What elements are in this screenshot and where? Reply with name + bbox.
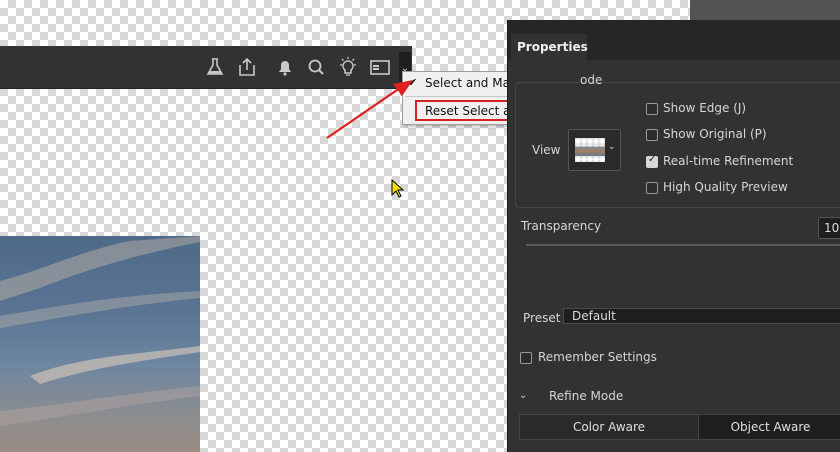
tab-properties[interactable]: Properties	[511, 34, 588, 60]
high-quality-preview-checkbox[interactable]	[646, 182, 658, 194]
share-icon[interactable]	[236, 56, 258, 78]
view-dropdown[interactable]: ⌄	[568, 129, 621, 171]
refine-mode-label: Refine Mode	[549, 389, 624, 403]
remember-settings-label: Remember Settings	[538, 350, 657, 364]
transparency-slider[interactable]	[526, 244, 840, 246]
bell-icon[interactable]	[274, 56, 296, 78]
realtime-refinement-label: Real-time Refinement	[663, 154, 794, 168]
chevron-down-icon: ⌄	[608, 142, 616, 152]
refine-mode-toggle: Color Aware Object Aware	[519, 414, 840, 440]
show-original-checkbox[interactable]	[646, 129, 658, 141]
preset-label: Preset	[523, 311, 561, 325]
transparency-value-field[interactable]: 10	[818, 217, 840, 239]
cursor-icon	[391, 179, 405, 198]
annotation-arrow	[326, 80, 413, 139]
view-label: View	[532, 143, 561, 157]
show-edge-label: Show Edge (J)	[663, 101, 747, 115]
high-quality-preview-label: High Quality Preview	[663, 180, 788, 194]
transparency-label: Transparency	[521, 219, 602, 233]
panel-header: Properties	[508, 20, 840, 60]
realtime-refinement-checkbox[interactable]	[646, 154, 658, 168]
show-edge-checkbox[interactable]	[646, 103, 658, 115]
workspace-background	[690, 0, 840, 20]
photo-canvas[interactable]	[0, 236, 200, 452]
view-mode-header: ode	[580, 73, 603, 87]
chevron-down-icon[interactable]: ⌄	[519, 390, 527, 401]
object-aware-button[interactable]: Object Aware	[699, 415, 840, 439]
remember-settings-checkbox[interactable]	[520, 352, 532, 364]
properties-panel: Properties ode View ⌄ Show Edge (J) Show…	[507, 20, 840, 452]
view-thumbnail	[575, 138, 605, 162]
preset-select[interactable]: Default	[563, 308, 840, 324]
show-original-label: Show Original (P)	[663, 127, 767, 141]
color-aware-button[interactable]: Color Aware	[520, 415, 699, 439]
flask-icon[interactable]	[204, 56, 226, 78]
